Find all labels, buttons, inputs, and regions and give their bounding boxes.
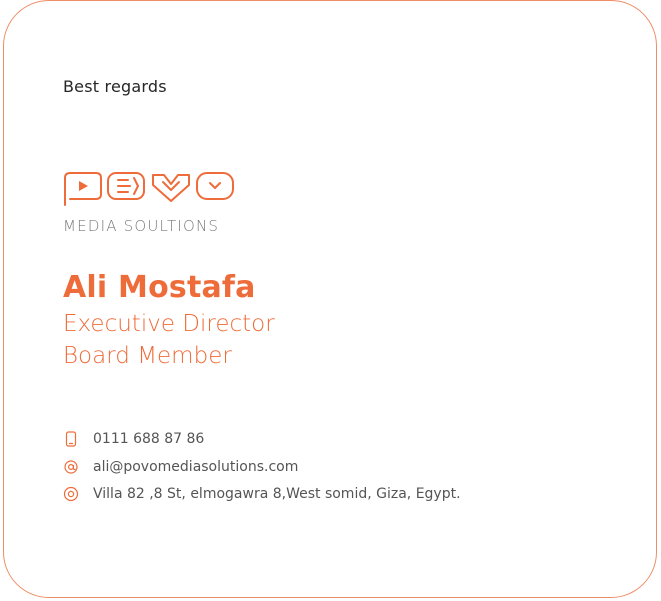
job-title: Executive Director — [63, 311, 275, 337]
street-address: Villa 82 ,8 St, elmogawra 8,West somid, … — [93, 486, 461, 502]
job-role: Board Member — [63, 343, 232, 369]
contact-address: Villa 82 ,8 St, elmogawra 8,West somid, … — [63, 486, 461, 502]
location-pin-icon — [63, 486, 79, 502]
contact-email[interactable]: ali@povomediasolutions.com — [63, 459, 298, 475]
logo-subtitle: MEDIA SOULTIONS — [63, 217, 220, 235]
person-name: Ali Mostafa — [63, 270, 256, 305]
greeting-text: Best regards — [63, 77, 167, 96]
email-address[interactable]: ali@povomediasolutions.com — [93, 459, 298, 475]
phone-number: 0111 688 87 86 — [93, 431, 205, 447]
phone-icon — [65, 431, 77, 447]
at-icon — [64, 460, 78, 474]
contact-phone[interactable]: 0111 688 87 86 — [63, 431, 204, 447]
